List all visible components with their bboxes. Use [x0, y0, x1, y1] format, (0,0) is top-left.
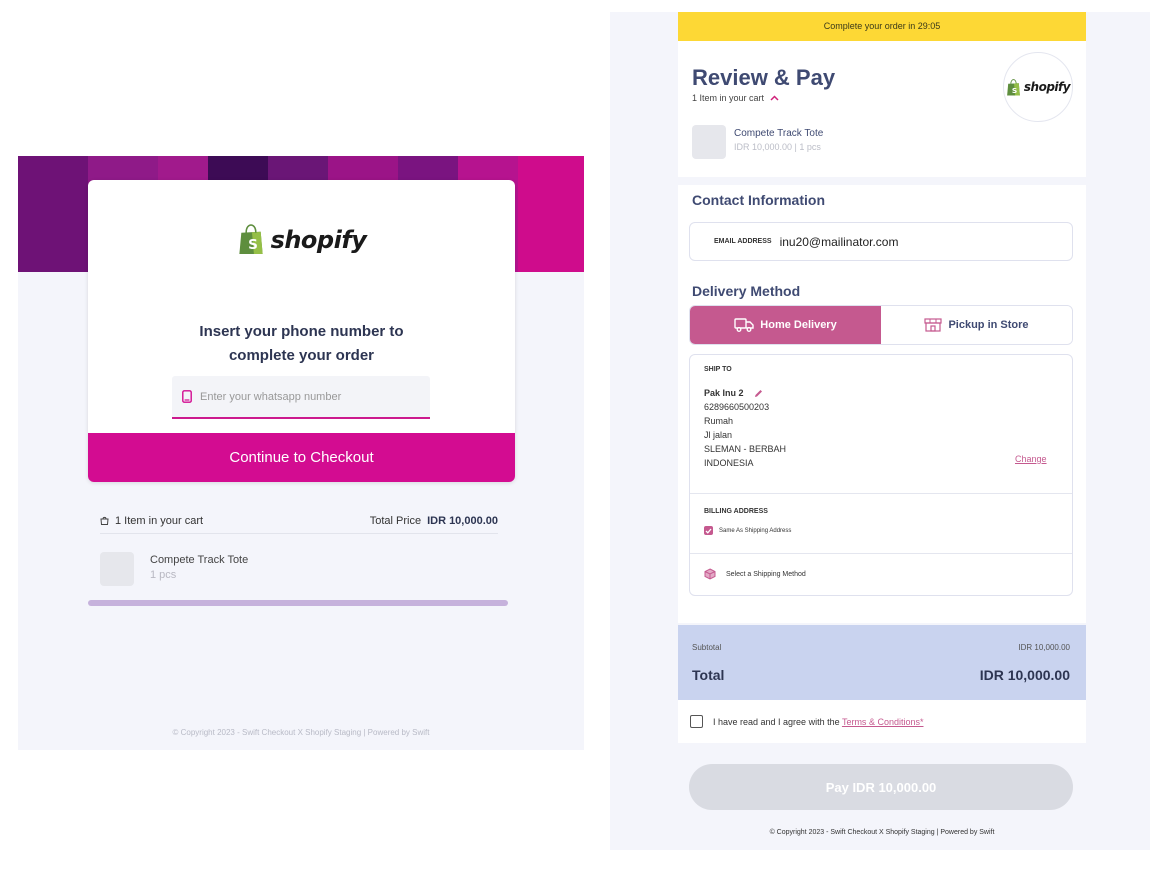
subtotal-value: IDR 10,000.00: [1018, 643, 1070, 652]
box-icon: [704, 568, 716, 580]
subtotal-label: Subtotal: [692, 643, 722, 652]
terms-link[interactable]: Terms & Conditions*: [842, 717, 924, 727]
total-label: Total: [692, 667, 725, 683]
continue-to-checkout-button[interactable]: Continue to Checkout: [88, 433, 515, 482]
item-detail: IDR 10,000.00 | 1 pcs: [734, 142, 821, 152]
checkout-form: Contact Information EMAIL ADDRESS inu20@…: [678, 185, 1086, 623]
tab-home-label: Home Delivery: [760, 319, 837, 331]
items-toggle[interactable]: 1 Item in your cart: [692, 93, 779, 103]
divider: [690, 493, 1072, 494]
terms-text: I have read and I agree with the: [713, 716, 840, 727]
total-value: IDR 10,000.00: [979, 667, 1070, 683]
address-label: Rumah: [704, 416, 734, 426]
svg-text:S: S: [248, 237, 258, 253]
same-as-shipping-option[interactable]: Same As Shipping Address: [704, 526, 791, 535]
terms-agreement: I have read and I agree with the Terms &…: [678, 700, 1086, 743]
chevron-up-icon: [770, 95, 779, 101]
store-icon: [924, 318, 943, 332]
shipping-details: SHIP TO Pak Inu 2 6289660500203 Rumah Jl…: [689, 354, 1073, 596]
divider: [690, 553, 1072, 554]
footer-copyright: © Copyright 2023 - Swift Checkout X Shop…: [769, 829, 995, 836]
delivery-heading: Delivery Method: [692, 283, 801, 299]
pencil-icon[interactable]: [754, 389, 763, 398]
item-qty: 1 pcs: [150, 569, 177, 581]
items-count: 1 Item in your cart: [692, 93, 765, 103]
address-country: INDONESIA: [704, 458, 754, 468]
shopify-bag-icon: S: [238, 224, 263, 255]
terms-checkbox[interactable]: [690, 715, 703, 728]
scroll-bar[interactable]: [88, 600, 508, 606]
page-title: Review & Pay: [692, 65, 836, 90]
phone-prompt-line1: Insert your phone number to: [199, 323, 404, 340]
shopify-wordmark: shopify: [270, 225, 367, 254]
phone-prompt: Insert your phone number to complete you…: [88, 320, 515, 368]
contact-heading: Contact Information: [692, 192, 825, 208]
review-header: Review & Pay 1 Item in your cart S shopi…: [678, 41, 1086, 177]
countdown-banner: Complete your order in 29:05: [678, 12, 1086, 41]
phone-icon: [182, 390, 192, 403]
recipient-name: Pak Inu 2: [704, 388, 744, 398]
order-totals: Subtotal IDR 10,000.00 Total IDR 10,000.…: [678, 625, 1086, 700]
ship-to-label: SHIP TO: [704, 366, 732, 373]
billing-address-label: BILLING ADDRESS: [704, 508, 768, 515]
phone-field[interactable]: [172, 376, 430, 419]
email-value: inu20@mailinator.com: [779, 234, 899, 249]
recipient-phone: 6289660500203: [704, 402, 770, 412]
address-city: SLEMAN - BERBAH: [704, 444, 787, 454]
total-price-value: IDR 10,000.00: [427, 514, 498, 527]
phone-input[interactable]: [200, 390, 400, 403]
product-thumbnail: [692, 125, 726, 159]
pay-button[interactable]: Pay IDR 10,000.00: [689, 764, 1073, 810]
checkbox-icon[interactable]: [704, 526, 713, 535]
item-name: Compete Track Tote: [734, 128, 824, 139]
change-address-link[interactable]: Change: [1015, 454, 1047, 464]
tab-pickup-in-store[interactable]: Pickup in Store: [881, 306, 1072, 344]
shipping-method-label: Select a Shipping Method: [726, 570, 806, 578]
list-item: Compete Track Tote 1 pcs: [100, 552, 498, 588]
cart-count: 1 Item in your cart: [115, 514, 204, 527]
address-street: Jl jalan: [704, 430, 733, 440]
shopify-wordmark: shopify: [1023, 80, 1071, 94]
review-pay-panel: Complete your order in 29:05 Review & Pa…: [610, 12, 1150, 850]
total-price-label: Total Price: [369, 514, 422, 527]
email-field[interactable]: EMAIL ADDRESS inu20@mailinator.com: [689, 222, 1073, 261]
shopify-logo: S shopify: [88, 224, 515, 255]
phone-entry-panel: S shopify Insert your phone number to co…: [18, 156, 584, 750]
bag-icon: [100, 516, 109, 525]
cart-item: Compete Track Tote IDR 10,000.00 | 1 pcs: [692, 125, 823, 159]
footer-copyright: © Copyright 2023 - Swift Checkout X Shop…: [172, 728, 430, 737]
review-pay-column: Complete your order in 29:05 Review & Pa…: [678, 12, 1086, 850]
phone-card: S shopify Insert your phone number to co…: [88, 180, 515, 482]
shipping-address: Pak Inu 2 6289660500203 Rumah Jl jalan S…: [704, 386, 786, 470]
email-label: EMAIL ADDRESS: [714, 238, 772, 245]
same-as-shipping-label: Same As Shipping Address: [719, 527, 792, 534]
tab-home-delivery[interactable]: Home Delivery: [690, 306, 881, 344]
shopify-bag-icon: S: [1007, 78, 1020, 95]
product-thumbnail: [100, 552, 134, 586]
tab-pickup-label: Pickup in Store: [948, 319, 1029, 331]
cart-summary: 1 Item in your cart Total Price IDR 10,00…: [100, 508, 498, 534]
delivery-tabs: Home Delivery Pickup in Store: [689, 305, 1073, 345]
phone-prompt-line2: complete your order: [228, 347, 375, 364]
select-shipping-method[interactable]: Select a Shipping Method: [704, 568, 806, 580]
shopify-logo-badge: S shopify: [1003, 52, 1073, 122]
svg-text:S: S: [1012, 85, 1017, 94]
item-name: Compete Track Tote: [150, 554, 249, 566]
truck-icon: [734, 318, 754, 332]
